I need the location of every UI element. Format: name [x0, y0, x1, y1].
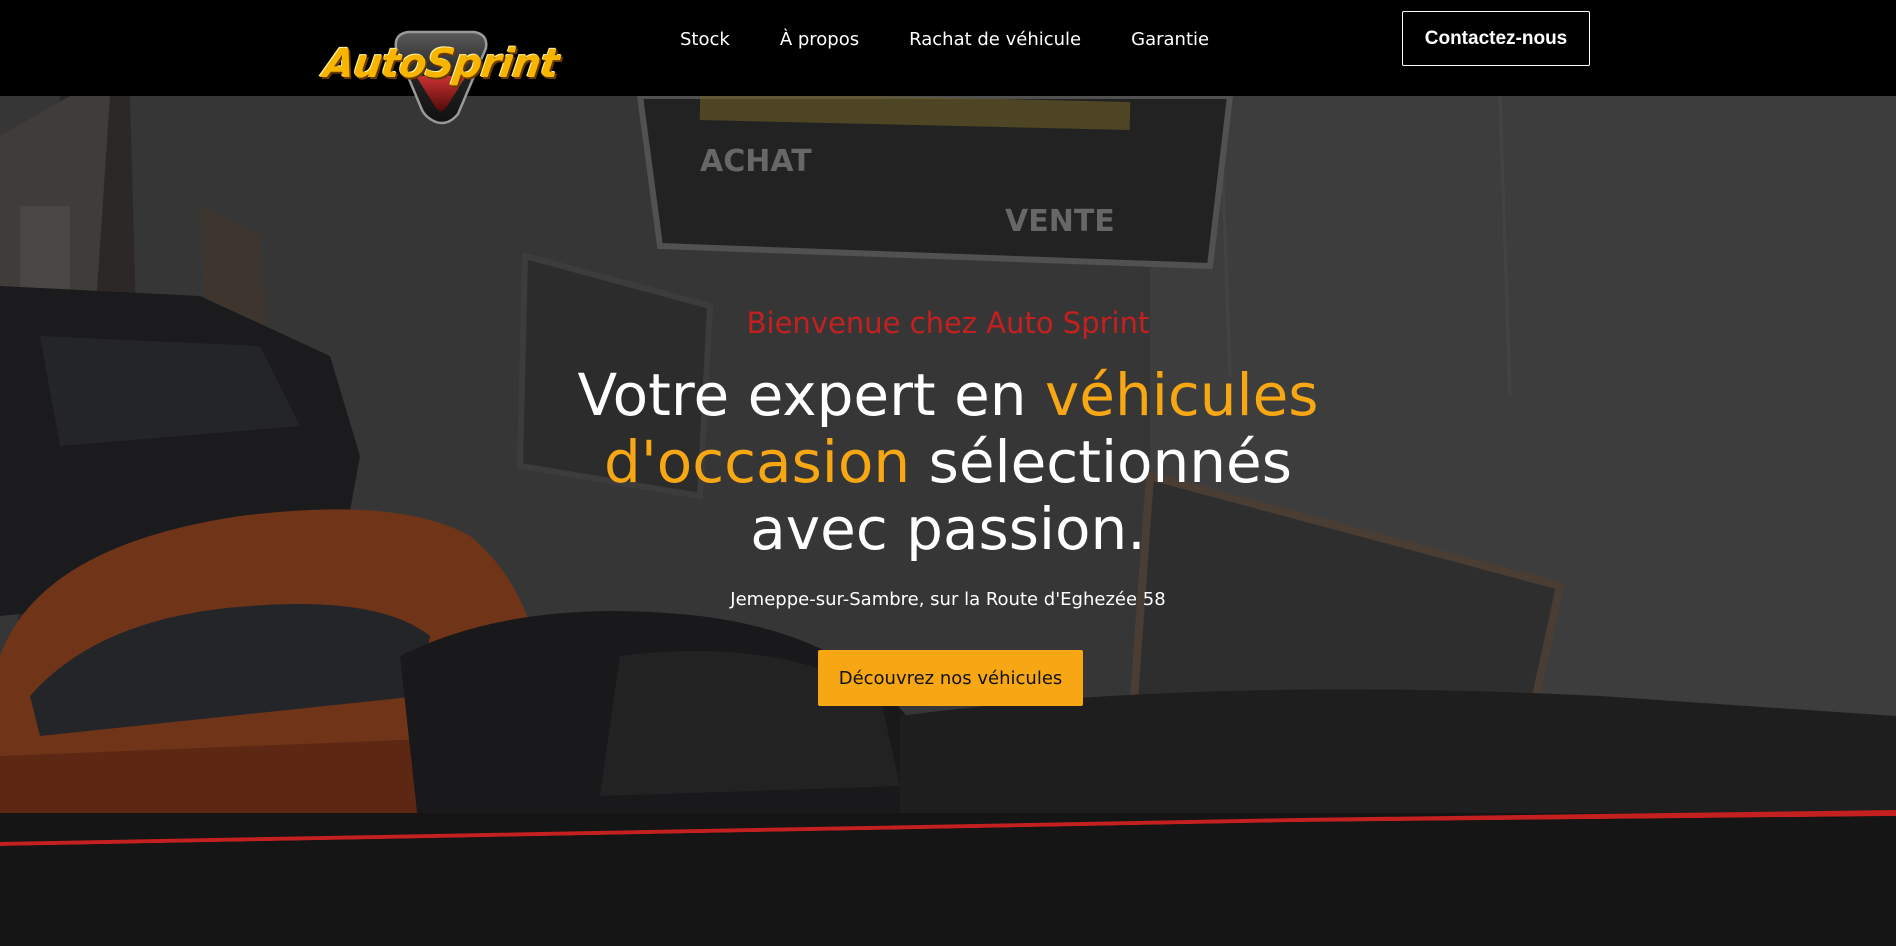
headline-part-1: Votre expert en	[577, 361, 1045, 429]
site-header: Stock À propos Rachat de véhicule Garant…	[0, 0, 1896, 96]
red-divider-line	[0, 810, 1896, 850]
hero-headline: Votre expert en véhicules d'occasion sél…	[548, 362, 1348, 563]
hero-section: ACHAT VENTE Bienvenue chez Auto Sprint V…	[0, 96, 1896, 840]
autosprint-logo[interactable]: AutoSprint	[298, 26, 584, 126]
logo-wordmark: AutoSprint	[320, 41, 562, 87]
main-nav: Stock À propos Rachat de véhicule Garant…	[680, 0, 1259, 78]
welcome-heading: Bienvenue chez Auto Sprint	[746, 306, 1150, 340]
nav-item-vehicle-buyback[interactable]: Rachat de véhicule	[909, 29, 1081, 50]
address-text: Jemeppe-sur-Sambre, sur la Route d'Eghez…	[730, 589, 1166, 610]
nav-item-warranty[interactable]: Garantie	[1131, 29, 1209, 50]
contact-button[interactable]: Contactez-nous	[1402, 11, 1590, 66]
nav-item-about[interactable]: À propos	[780, 29, 859, 50]
nav-item-stock[interactable]: Stock	[680, 29, 730, 50]
discover-vehicles-button[interactable]: Découvrez nos véhicules	[818, 650, 1083, 706]
